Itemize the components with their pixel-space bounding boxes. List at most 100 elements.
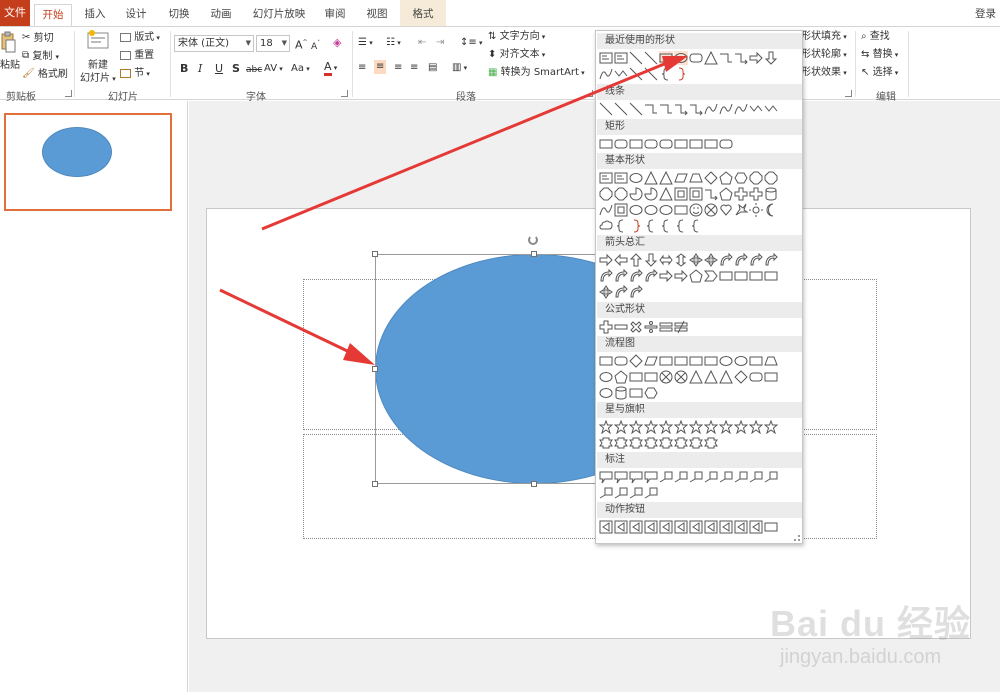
gallery-shape-cl2-icon[interactable] [689, 470, 703, 484]
paste-button[interactable] [0, 31, 16, 55]
gallery-shape-cl2-icon[interactable] [644, 486, 658, 500]
select-button[interactable]: ↖ 选择 ▾ [861, 66, 898, 80]
gallery-shape-rr-icon[interactable] [644, 137, 658, 151]
gallery-shape-ab-icon[interactable] [719, 520, 733, 534]
tab-animations[interactable]: 动画 [206, 0, 236, 26]
gallery-shape-tr-icon[interactable] [659, 171, 673, 185]
justify-button[interactable]: ≡ [410, 61, 418, 75]
gallery-shape-ca-icon[interactable] [644, 269, 658, 283]
drawing-dialog-launcher[interactable] [845, 90, 852, 97]
gallery-shape-cl2-icon[interactable] [764, 470, 778, 484]
font-family-select[interactable]: 宋体 (正文) ▼ [174, 35, 254, 52]
gallery-shape-ne-icon[interactable] [674, 320, 688, 334]
gallery-shape-rc-icon[interactable] [704, 354, 718, 368]
gallery-shape-hx-icon[interactable] [734, 171, 748, 185]
gallery-shape-sm-icon[interactable] [689, 203, 703, 217]
gallery-shape-pg-icon[interactable] [644, 354, 658, 368]
find-button[interactable]: ⌕ 查找 [861, 30, 890, 44]
gallery-shape-brr-icon[interactable] [629, 219, 643, 233]
gallery-shape-el3-icon[interactable] [674, 102, 688, 116]
gallery-shape-pie-icon[interactable] [644, 187, 658, 201]
bold-button[interactable]: B [180, 62, 188, 76]
gallery-shape-el-icon[interactable] [734, 354, 748, 368]
gallery-shape-fr-icon[interactable] [689, 187, 703, 201]
gallery-shape-co-icon[interactable] [629, 470, 643, 484]
gallery-shape-tb-icon[interactable] [614, 171, 628, 185]
gallery-shape-br-icon[interactable] [659, 67, 673, 81]
gallery-shape-rc-icon[interactable] [719, 269, 733, 283]
gallery-shape-ln-icon[interactable] [629, 51, 643, 65]
gallery-shape-br-icon[interactable] [659, 219, 673, 233]
gallery-shape-rr-icon[interactable] [749, 370, 763, 384]
gallery-shape-bn-icon[interactable] [704, 436, 718, 450]
gallery-shape-mo-icon[interactable] [764, 203, 778, 217]
gallery-shape-el-icon[interactable] [659, 203, 673, 217]
gallery-shape-st-icon[interactable] [629, 420, 643, 434]
gallery-shape-ca-icon[interactable] [614, 269, 628, 283]
gallery-shape-qa-icon[interactable] [689, 253, 703, 267]
gallery-shape-co-icon[interactable] [614, 470, 628, 484]
resize-handle-bottom-left[interactable] [372, 481, 378, 487]
gallery-shape-ra-icon[interactable] [674, 269, 688, 283]
gallery-shape-bn-icon[interactable] [629, 436, 643, 450]
copy-button[interactable]: ⧉ 复制 ▾ [22, 49, 59, 64]
gallery-shape-cl-icon[interactable] [599, 219, 613, 233]
gallery-shape-rc-icon[interactable] [599, 137, 613, 151]
gallery-shape-pn-icon[interactable] [719, 171, 733, 185]
bullets-button[interactable]: ☰ ▾ [358, 36, 373, 50]
gallery-shape-cu-icon[interactable] [599, 203, 613, 217]
gallery-shape-mu-icon[interactable] [629, 320, 643, 334]
gallery-shape-cl2-icon[interactable] [734, 470, 748, 484]
gallery-shape-tr-icon[interactable] [644, 171, 658, 185]
gallery-shape-bo-icon[interactable] [734, 203, 748, 217]
gallery-shape-pie-icon[interactable] [629, 187, 643, 201]
gallery-shape-cl2-icon[interactable] [674, 470, 688, 484]
slide-canvas[interactable] [206, 208, 971, 639]
tab-format[interactable]: 格式 [400, 0, 446, 26]
gallery-shape-pg-icon[interactable] [674, 171, 688, 185]
gallery-shape-ln-icon[interactable] [599, 102, 613, 116]
gallery-shape-st-icon[interactable] [674, 420, 688, 434]
gallery-shape-lz-icon[interactable] [614, 67, 628, 81]
gallery-shape-cl2-icon[interactable] [629, 486, 643, 500]
gallery-shape-st-icon[interactable] [719, 420, 733, 434]
gallery-shape-rr-icon[interactable] [614, 354, 628, 368]
format-painter-button[interactable]: 🖌 格式刷 [22, 67, 68, 82]
gallery-shape-ab-icon[interactable] [674, 520, 688, 534]
gallery-shape-bn-icon[interactable] [614, 436, 628, 450]
gallery-shape-rc-icon[interactable] [599, 354, 613, 368]
gallery-shape-st-icon[interactable] [764, 420, 778, 434]
distributed-button[interactable]: ▤ [428, 61, 437, 75]
gallery-shape-bn-icon[interactable] [659, 436, 673, 450]
gallery-shape-el2-icon[interactable] [659, 102, 673, 116]
tab-review[interactable]: 审阅 [320, 0, 350, 26]
gallery-shape-rc-icon[interactable] [674, 203, 688, 217]
gallery-shape-fr-icon[interactable] [674, 187, 688, 201]
gallery-shape-ca-icon[interactable] [764, 253, 778, 267]
gallery-shape-cy-icon[interactable] [764, 187, 778, 201]
gallery-shape-cl2-icon[interactable] [659, 470, 673, 484]
line-spacing-button[interactable]: ↕≡ ▾ [460, 36, 483, 50]
gallery-shape-rc-icon[interactable] [749, 354, 763, 368]
gallery-shape-rc-icon[interactable] [689, 354, 703, 368]
gallery-shape-co-icon[interactable] [599, 470, 613, 484]
shape-outline-button[interactable]: 形状轮廓 ▾ [801, 48, 847, 62]
gallery-shape-rc-icon[interactable] [749, 269, 763, 283]
gallery-shape-rc-icon[interactable] [659, 51, 673, 65]
font-dialog-launcher[interactable] [341, 90, 348, 97]
gallery-shape-el2-icon[interactable] [719, 51, 733, 65]
gallery-shape-cu-icon[interactable] [704, 102, 718, 116]
gallery-shape-cu-icon[interactable] [719, 102, 733, 116]
gallery-shape-ab-icon[interactable] [749, 520, 763, 534]
align-left-button[interactable]: ≡ [358, 61, 366, 75]
gallery-shape-st-icon[interactable] [704, 420, 718, 434]
gallery-shape-rr-icon[interactable] [689, 51, 703, 65]
gallery-shape-rc-icon[interactable] [764, 269, 778, 283]
gallery-shape-ln-icon[interactable] [629, 102, 643, 116]
gallery-shape-rc-icon[interactable] [764, 520, 778, 534]
paste-label[interactable]: 粘贴 [0, 59, 20, 73]
gallery-shape-ci-icon[interactable] [704, 203, 718, 217]
gallery-shape-ra-icon[interactable] [659, 269, 673, 283]
gallery-shape-st-icon[interactable] [734, 420, 748, 434]
gallery-shape-rr-icon[interactable] [719, 137, 733, 151]
